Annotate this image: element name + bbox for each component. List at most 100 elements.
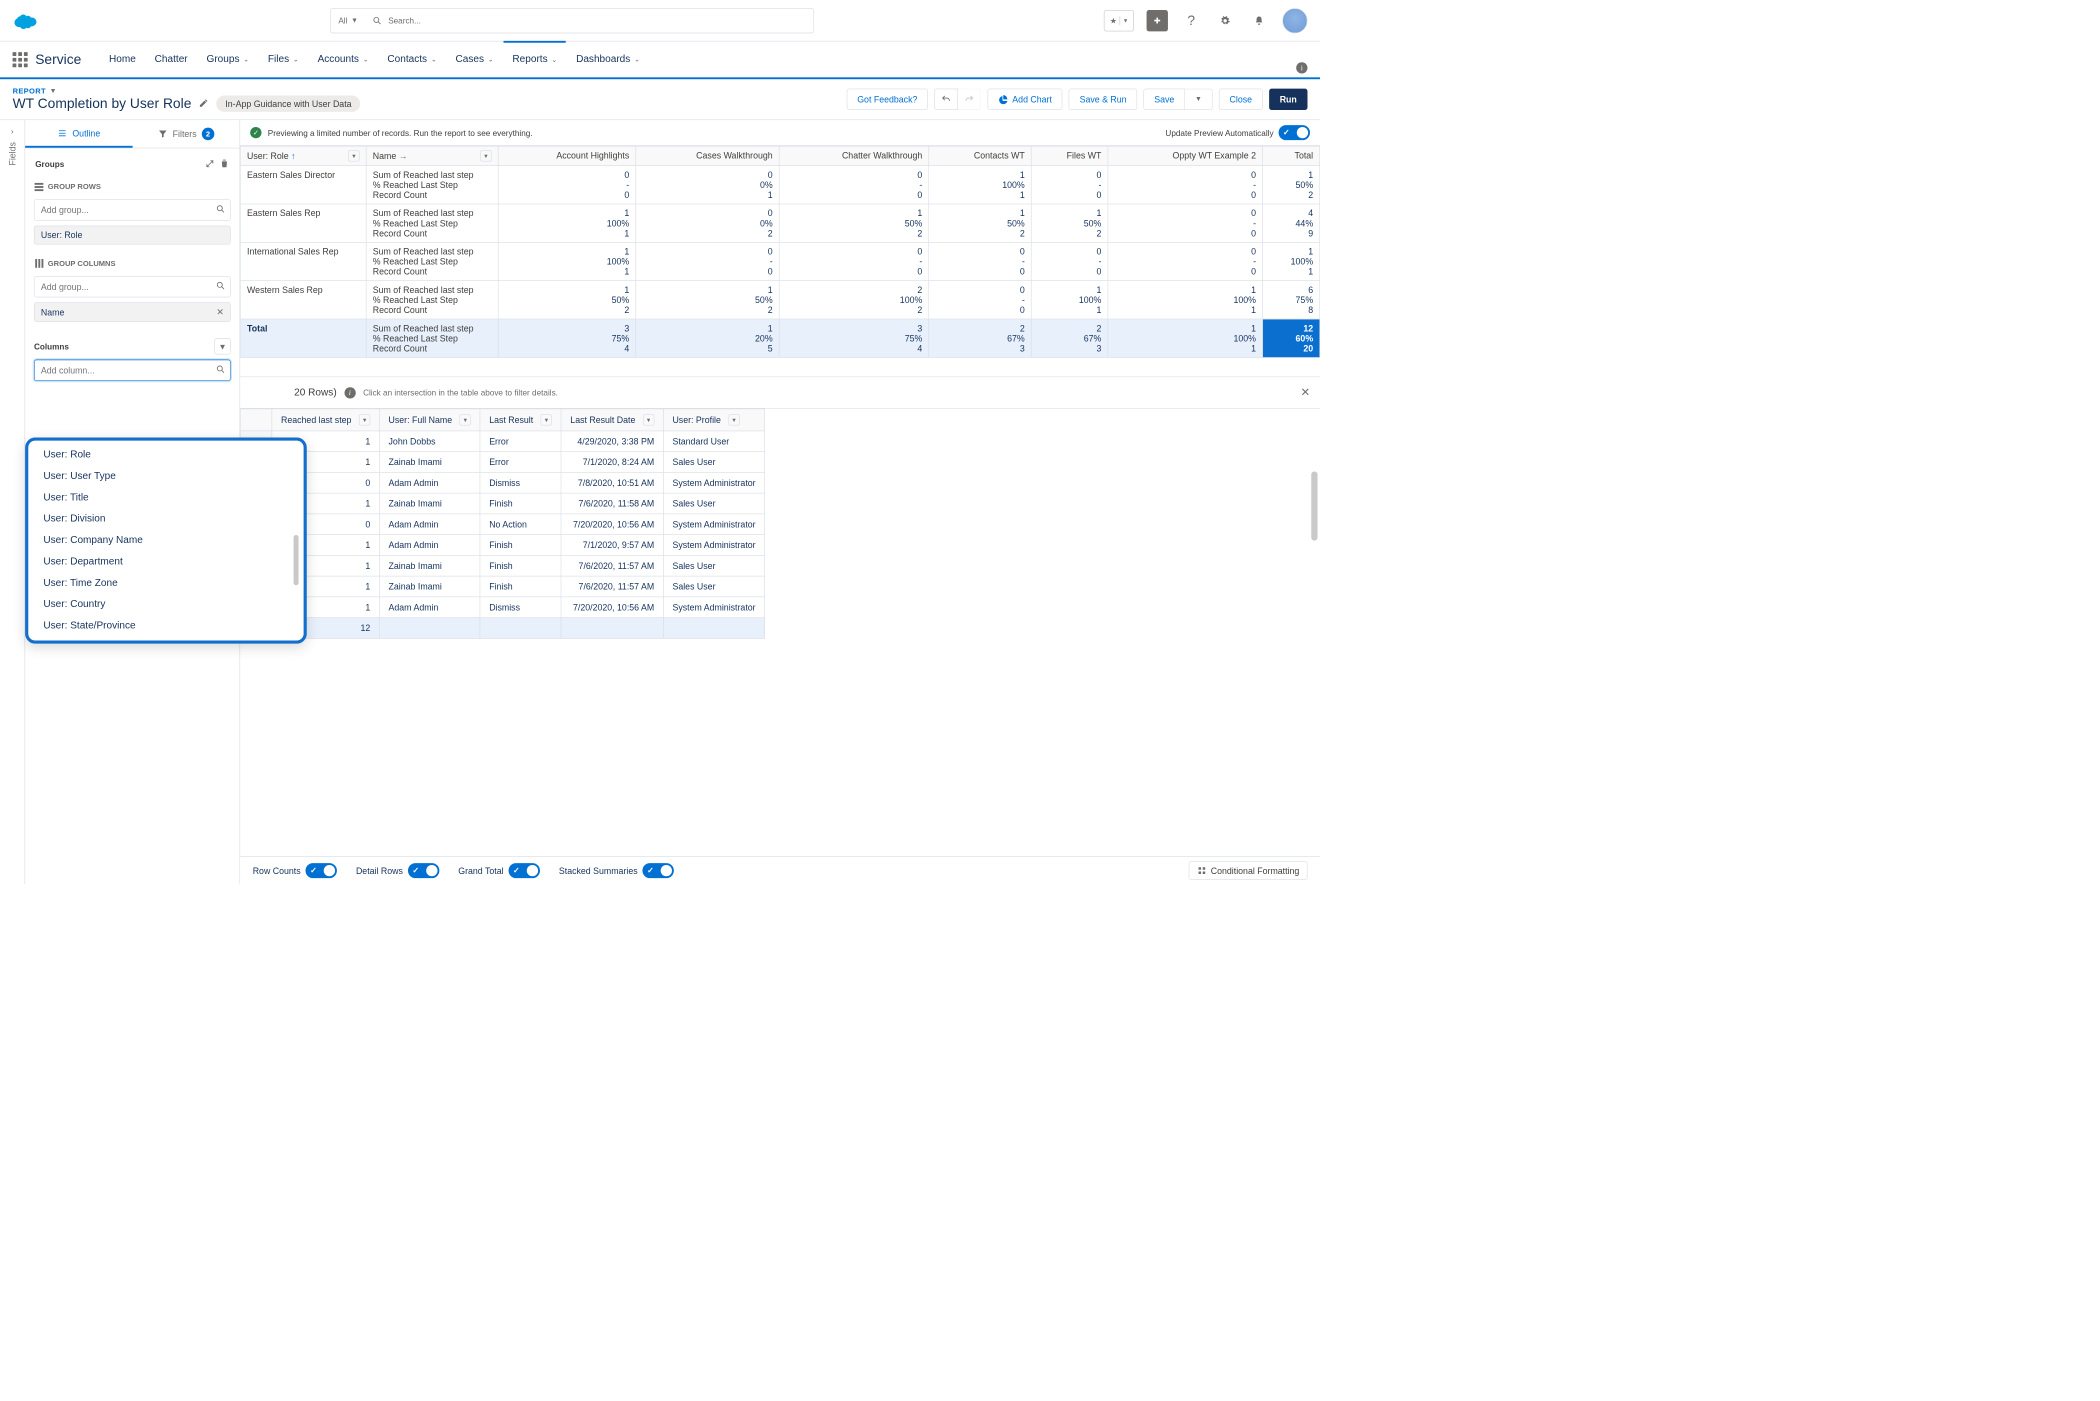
detail-col-header[interactable]: Last Result▼ xyxy=(480,409,561,431)
details-scrollbar[interactable] xyxy=(1311,471,1317,540)
pivot-cell[interactable]: 150%2 xyxy=(929,204,1031,242)
salesforce-logo[interactable] xyxy=(13,11,41,30)
pivot-cell[interactable]: 0-0 xyxy=(1108,166,1263,204)
pivot-data-col[interactable]: Chatter Walkthrough xyxy=(779,146,929,165)
pivot-cell[interactable]: 1100%1 xyxy=(1108,281,1263,319)
table-row[interactable]: 160Adam AdminNo Action7/20/2020, 10:56 A… xyxy=(240,514,764,535)
save-button[interactable]: Save xyxy=(1144,89,1185,110)
column-option[interactable]: User: User Type xyxy=(28,466,303,487)
pivot-data-col[interactable]: Contacts WT xyxy=(929,146,1031,165)
pivot-cell[interactable]: 1100%1 xyxy=(498,204,636,242)
pivot-cell[interactable]: 0-0 xyxy=(498,166,636,204)
column-option[interactable]: User: State/Province xyxy=(28,615,303,636)
close-details-icon[interactable]: ✕ xyxy=(1301,386,1310,399)
detail-col-header[interactable]: User: Profile▼ xyxy=(663,409,764,431)
nav-item-accounts[interactable]: Accounts⌄ xyxy=(309,41,378,77)
pivot-total-cell[interactable]: 267%3 xyxy=(1031,319,1108,357)
pivot-cell[interactable]: 150%2 xyxy=(1031,204,1108,242)
save-and-run-button[interactable]: Save & Run xyxy=(1069,89,1137,110)
column-option[interactable]: User: Title xyxy=(28,487,303,508)
pivot-row-header[interactable]: Eastern Sales Rep xyxy=(240,204,366,242)
auto-preview-toggle[interactable]: ✓ xyxy=(1279,125,1310,140)
pivot-data-col[interactable]: Cases Walkthrough xyxy=(636,146,779,165)
detail-col-header[interactable]: User: Full Name▼ xyxy=(379,409,480,431)
pivot-row-header[interactable]: Western Sales Rep xyxy=(240,281,366,319)
close-button[interactable]: Close xyxy=(1219,89,1263,110)
table-row[interactable]: 171Adam AdminFinish7/1/2020, 9:57 AMSyst… xyxy=(240,535,764,556)
table-row[interactable]: 191Zainab ImamiFinish7/6/2020, 11:57 AMS… xyxy=(240,576,764,597)
pivot-cell[interactable]: 0-0 xyxy=(1031,242,1108,280)
table-row[interactable]: 201Adam AdminDismiss7/20/2020, 10:56 AMS… xyxy=(240,597,764,618)
detail-col-header[interactable]: Last Result Date▼ xyxy=(561,409,663,431)
dropdown-scrollbar[interactable] xyxy=(294,535,299,585)
nav-item-chatter[interactable]: Chatter xyxy=(146,41,197,77)
pivot-cell[interactable]: 1100%1 xyxy=(1263,242,1320,280)
notifications-bell-icon[interactable] xyxy=(1248,10,1269,31)
pivot-data-col[interactable]: Oppty WT Example 2 xyxy=(1108,146,1263,165)
add-column-input[interactable] xyxy=(34,360,231,381)
table-row[interactable]: 0Adam AdminDismiss7/8/2020, 10:51 AMSyst… xyxy=(240,472,764,493)
global-search[interactable]: All ▼ Search... xyxy=(330,8,814,33)
detail-col-header[interactable]: Reached last step▼ xyxy=(272,409,380,431)
pivot-total-cell[interactable]: 375%4 xyxy=(498,319,636,357)
table-row[interactable]: 181Zainab ImamiFinish7/6/2020, 11:57 AMS… xyxy=(240,555,764,576)
tab-outline[interactable]: Outline xyxy=(25,120,132,148)
pivot-cell[interactable]: 150%2 xyxy=(1263,166,1320,204)
group-cols-add-input[interactable] xyxy=(34,276,231,297)
column-option[interactable]: User: Company Name xyxy=(28,530,303,551)
group-row-chip-user-role[interactable]: User: Role xyxy=(34,226,231,245)
columns-menu-dropdown[interactable]: ▼ xyxy=(214,338,230,354)
pivot-cell[interactable]: 1100%1 xyxy=(929,166,1031,204)
help-icon[interactable]: ? xyxy=(1181,10,1202,31)
pivot-cell[interactable]: 0-0 xyxy=(1031,166,1108,204)
pivot-cell[interactable]: 444%9 xyxy=(1263,204,1320,242)
pivot-cell[interactable]: 0-0 xyxy=(1108,204,1263,242)
table-row[interactable]: 1Zainab ImamiError7/1/2020, 8:24 AMSales… xyxy=(240,452,764,473)
report-source-chip[interactable]: In-App Guidance with User Data xyxy=(217,96,361,112)
column-option[interactable]: User: Country xyxy=(28,594,303,615)
column-option[interactable]: User: Department xyxy=(28,551,303,572)
remove-chip-icon[interactable]: ✕ xyxy=(216,307,223,318)
row-counts-toggle[interactable]: ✓ xyxy=(306,863,337,878)
pivot-data-col[interactable]: Account Highlights xyxy=(498,146,636,165)
nav-item-groups[interactable]: Groups⌄ xyxy=(198,41,258,77)
delete-groups-icon[interactable] xyxy=(219,158,229,170)
nav-item-cases[interactable]: Cases⌄ xyxy=(447,41,503,77)
pivot-cell[interactable]: 0-0 xyxy=(779,166,929,204)
pivot-cell[interactable]: 0-0 xyxy=(636,242,779,280)
undo-button[interactable] xyxy=(934,89,958,110)
global-add-button[interactable]: ✚ xyxy=(1147,10,1168,31)
nav-item-reports[interactable]: Reports⌄ xyxy=(504,41,566,77)
nav-info-icon[interactable]: i xyxy=(1296,62,1307,73)
run-button[interactable]: Run xyxy=(1269,89,1307,110)
pivot-cell[interactable]: 0-0 xyxy=(929,242,1031,280)
redo-button[interactable] xyxy=(958,89,981,110)
column-menu-icon[interactable]: ▼ xyxy=(348,150,359,161)
search-scope[interactable]: All xyxy=(338,16,347,25)
column-menu-icon[interactable]: ▼ xyxy=(480,150,491,161)
pivot-col-header[interactable]: Name →▼ xyxy=(366,146,498,165)
pivot-cell[interactable]: 150%2 xyxy=(498,281,636,319)
edit-pencil-icon[interactable] xyxy=(199,98,209,110)
column-option[interactable]: User: Division xyxy=(28,509,303,530)
pivot-cell[interactable]: 0-0 xyxy=(929,281,1031,319)
got-feedback-button[interactable]: Got Feedback? xyxy=(847,89,929,110)
setup-gear-icon[interactable] xyxy=(1214,10,1235,31)
pivot-cell[interactable]: 150%2 xyxy=(636,281,779,319)
pivot-cell[interactable]: 675%8 xyxy=(1263,281,1320,319)
column-option[interactable]: User: Time Zone xyxy=(28,573,303,594)
table-row[interactable]: 1Zainab ImamiFinish7/6/2020, 11:58 AMSal… xyxy=(240,493,764,514)
pivot-total-cell[interactable]: 1260%20 xyxy=(1263,319,1320,357)
column-menu-icon[interactable]: ▼ xyxy=(728,414,739,425)
column-picker-dropdown[interactable]: User: RoleUser: User TypeUser: TitleUser… xyxy=(25,438,307,644)
expand-rail-icon[interactable]: › xyxy=(11,126,14,135)
pivot-row-header[interactable]: Eastern Sales Director xyxy=(240,166,366,204)
pivot-cell[interactable]: 1100%1 xyxy=(1031,281,1108,319)
pivot-cell[interactable]: 0-0 xyxy=(779,242,929,280)
pivot-cell[interactable]: 00%2 xyxy=(636,204,779,242)
column-menu-icon[interactable]: ▼ xyxy=(541,414,552,425)
pivot-data-col[interactable]: Total xyxy=(1263,146,1320,165)
pivot-cell[interactable]: 00%1 xyxy=(636,166,779,204)
nav-item-dashboards[interactable]: Dashboards⌄ xyxy=(567,41,648,77)
column-menu-icon[interactable]: ▼ xyxy=(359,414,370,425)
